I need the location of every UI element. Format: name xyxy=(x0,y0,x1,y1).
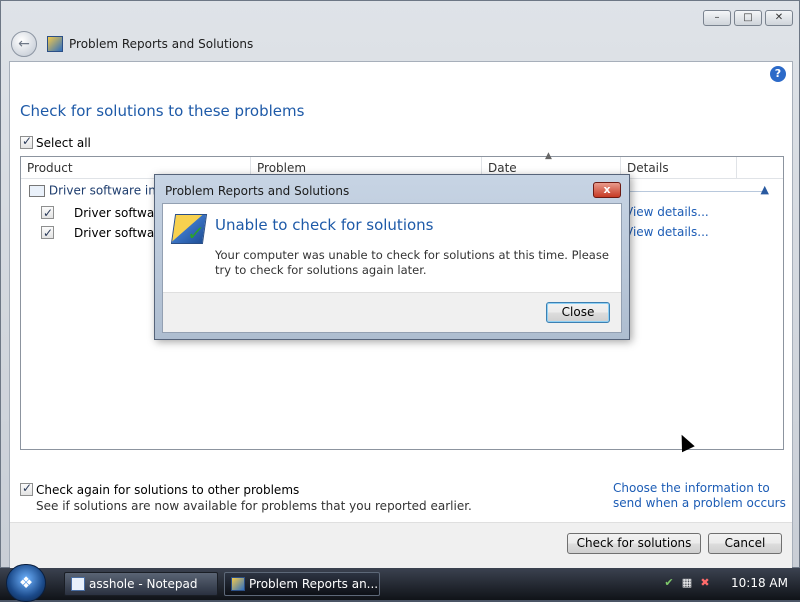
view-details-link[interactable]: View details... xyxy=(625,223,709,241)
problem-reports-icon xyxy=(231,577,245,591)
column-details[interactable]: Details xyxy=(621,157,737,179)
collapse-caret-icon[interactable]: ▲ xyxy=(761,183,769,196)
minimize-button[interactable]: – xyxy=(703,10,731,26)
back-arrow-icon[interactable]: ← xyxy=(11,31,37,57)
check-again-checkbox[interactable] xyxy=(20,481,33,496)
task-label: asshole - Notepad xyxy=(89,577,198,591)
close-window-button[interactable]: ✕ xyxy=(765,10,793,26)
check-for-solutions-button[interactable]: Check for solutions xyxy=(567,533,701,554)
network-icon[interactable]: ▦ xyxy=(680,576,694,590)
check-again-description: See if solutions are now available for p… xyxy=(36,499,472,513)
close-button[interactable]: Close xyxy=(546,302,610,323)
driver-group-icon xyxy=(29,184,45,197)
taskbar: ❖ asshole - Notepad Problem Reports an..… xyxy=(0,564,800,602)
select-all-row[interactable]: Select all xyxy=(20,134,91,150)
clock[interactable]: 10:18 AM xyxy=(731,576,788,590)
error-dialog: Problem Reports and Solutions x Unable t… xyxy=(154,174,630,340)
page-title: Check for solutions to these problems xyxy=(20,102,305,120)
dialog-footer: Close xyxy=(163,292,621,332)
row-product: Driver software xyxy=(74,225,167,240)
taskbar-item-notepad[interactable]: asshole - Notepad xyxy=(64,572,218,596)
footer-bar: Check for solutions Cancel xyxy=(10,522,792,568)
help-icon[interactable]: ? xyxy=(770,66,786,82)
notepad-icon xyxy=(71,577,85,591)
windows-start-icon[interactable]: ❖ xyxy=(6,564,46,602)
title-bar: – □ ✕ ← Problem Reports and Solutions xyxy=(1,1,799,61)
view-details-link[interactable]: View details... xyxy=(625,203,709,221)
volume-muted-icon[interactable]: ✖ xyxy=(698,576,712,590)
task-label: Problem Reports an... xyxy=(249,577,379,591)
row-checkbox[interactable] xyxy=(41,204,54,222)
list-item[interactable]: Driver software xyxy=(41,203,167,222)
choose-information-link[interactable]: Choose the information to send when a pr… xyxy=(613,481,793,511)
row-checkbox[interactable] xyxy=(41,224,54,242)
row-product: Driver software xyxy=(74,205,167,220)
check-again-row[interactable]: Check again for solutions to other probl… xyxy=(20,481,300,497)
dialog-title: Problem Reports and Solutions xyxy=(165,184,350,198)
dialog-body: Unable to check for solutions Your compu… xyxy=(162,203,622,333)
dialog-close-icon[interactable]: x xyxy=(593,182,621,198)
list-item[interactable]: Driver software xyxy=(41,223,167,242)
check-again-label: Check again for solutions to other probl… xyxy=(36,482,300,497)
security-shield-icon[interactable]: ✔ xyxy=(662,576,676,590)
system-tray: ✔ ▦ ✖ 10:18 AM xyxy=(660,568,800,600)
group-divider xyxy=(629,191,765,192)
dialog-message: Your computer was unable to check for so… xyxy=(215,248,609,277)
problem-reports-icon xyxy=(170,214,208,244)
select-all-label: Select all xyxy=(36,135,91,150)
sort-up-icon: ▲ xyxy=(545,151,552,161)
problem-reports-icon xyxy=(47,36,63,52)
cancel-button[interactable]: Cancel xyxy=(708,533,782,554)
dialog-heading: Unable to check for solutions xyxy=(215,216,434,234)
taskbar-item-problem-reports[interactable]: Problem Reports an... xyxy=(224,572,380,596)
maximize-button[interactable]: □ xyxy=(734,10,762,26)
select-all-checkbox[interactable] xyxy=(20,134,33,149)
window-title: Problem Reports and Solutions xyxy=(69,37,254,51)
